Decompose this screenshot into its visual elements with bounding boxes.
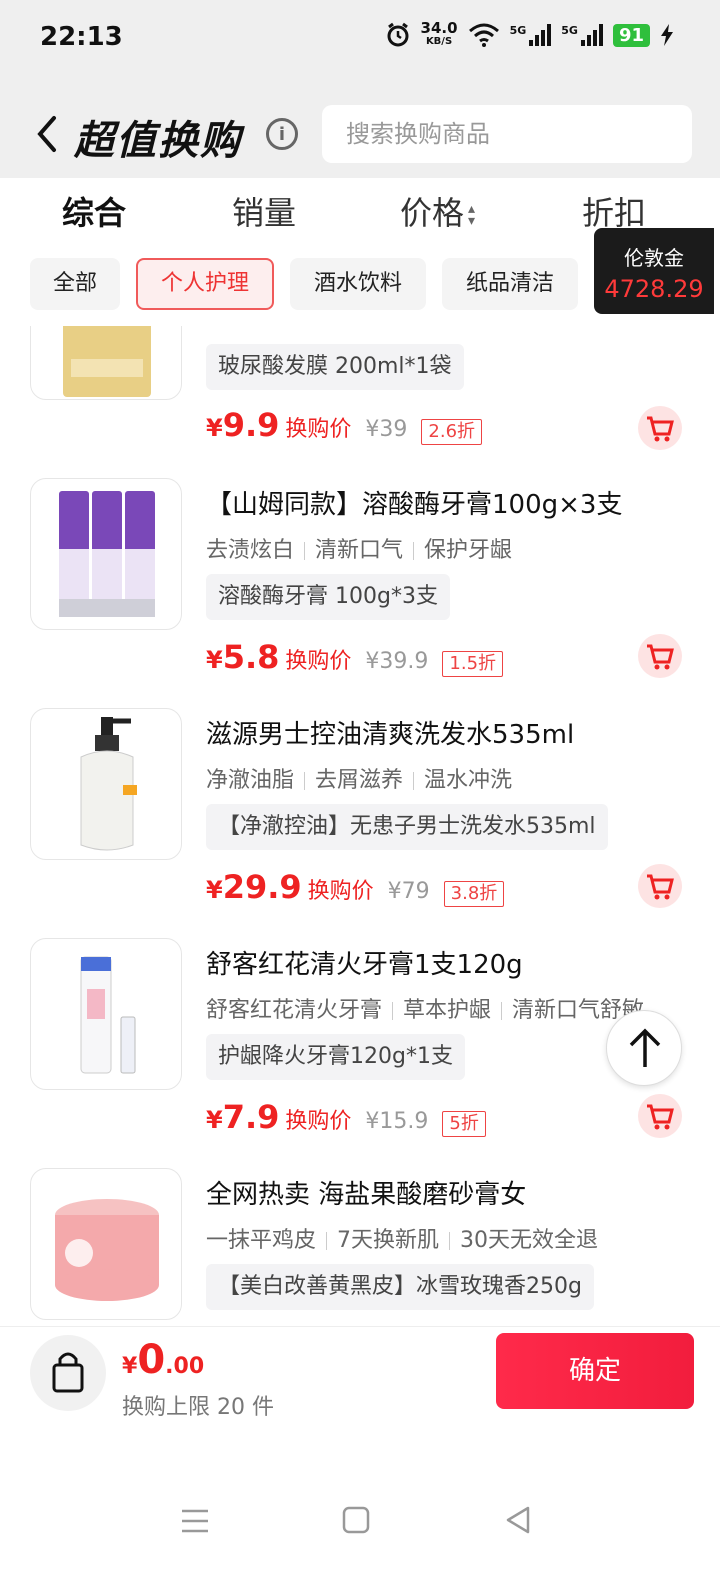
sort-price[interactable]: 价格 ▴ ▾ (400, 188, 475, 234)
product-name: 【山姆同款】溶酸酶牙膏100g×3支 (206, 490, 623, 520)
cart-icon (647, 644, 674, 670)
home-icon[interactable] (340, 1504, 372, 1536)
system-nav-bar (0, 1484, 720, 1564)
chip-drinks[interactable]: 酒水饮料 (290, 258, 426, 310)
shopping-bag-button[interactable] (30, 1335, 106, 1411)
status-bar: 22:13 34.0 KB/S 5G 5G 91 (0, 0, 720, 80)
product-tags: 舒客红花清火牙膏 草本护龈 清新口气舒敏 (206, 998, 645, 1023)
product-image (30, 708, 182, 860)
product-price: ¥5.8 换购价 ¥39.9 1.5折 (206, 638, 504, 677)
product-name: 全网热卖 海盐果酸磨砂膏女 (206, 1180, 527, 1210)
balance-badge[interactable]: 伦敦金 4728.29 (594, 228, 714, 314)
product-image (30, 1168, 182, 1320)
cart-icon (647, 1104, 674, 1130)
product-item[interactable]: 【山姆同款】溶酸酶牙膏100g×3支 去渍炫白 清新口气 保护牙龈 溶酸酶牙膏 10… (0, 478, 720, 708)
balance-amount: 4728.29 (604, 275, 704, 303)
product-tags: 净澈油脂 去屑滋养 温水冲洗 (206, 768, 513, 793)
product-image (30, 478, 182, 630)
status-time: 22:13 (40, 22, 123, 52)
product-spec: 【净澈控油】无患子男士洗发水535ml (206, 804, 608, 850)
purchase-limit: 换购上限 20 件 (122, 1395, 274, 1420)
product-tags: 去渍炫白 清新口气 保护牙龈 (206, 538, 513, 563)
add-to-cart-button[interactable] (638, 1094, 682, 1138)
status-icons: 34.0 KB/S 5G 5G 91 (385, 19, 674, 48)
search-input[interactable]: 搜索换购商品 (322, 105, 692, 163)
balance-label: 伦敦金 (624, 246, 684, 270)
sort-sales[interactable]: 销量 (232, 188, 296, 234)
net-speed: 34.0 KB/S (420, 19, 458, 48)
product-spec: 玻尿酸发膜 200ml*1袋 (206, 344, 464, 390)
chip-all[interactable]: 全部 (30, 258, 120, 310)
top-bar: 22:13 34.0 KB/S 5G 5G 91 超值换购 i 搜索换购商品 (0, 0, 720, 178)
back-icon[interactable] (502, 1504, 534, 1536)
checkout-bar: ¥0.00 换购上限 20 件 确定 (0, 1326, 720, 1434)
cart-icon (647, 416, 674, 442)
arrow-up-icon (629, 1028, 661, 1067)
add-to-cart-button[interactable] (638, 634, 682, 678)
product-item[interactable]: 全网热卖 海盐果酸磨砂膏女 一抹平鸡皮 7天换新肌 30天无效全退 【美白改善黄黑皮… (0, 1168, 720, 1326)
confirm-button[interactable]: 确定 (496, 1333, 694, 1409)
total-price: ¥0.00 (122, 1337, 205, 1383)
product-image (30, 326, 182, 400)
signal-1-icon: 5G (510, 24, 552, 46)
battery-indicator: 91 (612, 23, 650, 47)
back-to-top-button[interactable] (606, 1010, 682, 1086)
product-price: ¥9.9 换购价 ¥39 2.6折 (206, 406, 483, 445)
menu-icon[interactable] (178, 1506, 212, 1536)
product-item[interactable]: 滋源男士控油清爽洗发水535ml 净澈油脂 去屑滋养 温水冲洗 【净澈控油】无患子男… (0, 708, 720, 938)
signal-2-icon: 5G (561, 24, 603, 46)
product-name: 舒客红花清火牙膏1支120g (206, 950, 523, 980)
product-item[interactable]: 玻尿酸发膜 200ml*1袋 ¥9.9 换购价 ¥39 2.6折 (0, 326, 720, 450)
cart-icon (647, 874, 674, 900)
page-title: 超值换购 (74, 118, 242, 164)
product-spec: 溶酸酶牙膏 100g*3支 (206, 574, 450, 620)
product-spec: 【美白改善黄黑皮】冰雪玫瑰香250g (206, 1264, 594, 1310)
charging-icon (661, 24, 673, 46)
wifi-icon (468, 23, 499, 47)
product-image (30, 938, 182, 1090)
chip-personal-care[interactable]: 个人护理 (136, 258, 274, 310)
product-spec: 护龈降火牙膏120g*1支 (206, 1034, 465, 1080)
product-name: 滋源男士控油清爽洗发水535ml (206, 720, 575, 750)
sort-comprehensive[interactable]: 综合 (62, 188, 126, 234)
back-arrow-icon[interactable] (32, 114, 62, 154)
product-tags: 一抹平鸡皮 7天换新肌 30天无效全退 (206, 1228, 599, 1253)
product-list: 玻尿酸发膜 200ml*1袋 ¥9.9 换购价 ¥39 2.6折 【山姆同款】溶酸酶牙… (0, 326, 720, 1326)
product-price: ¥29.9 换购价 ¥79 3.8折 (206, 868, 505, 907)
product-price: ¥7.9 换购价 ¥15.9 5折 (206, 1098, 486, 1137)
sort-caret-icon: ▴ ▾ (468, 201, 476, 229)
alarm-icon (387, 22, 409, 47)
shopping-bag-icon (52, 1352, 84, 1393)
add-to-cart-button[interactable] (638, 406, 682, 450)
add-to-cart-button[interactable] (638, 864, 682, 908)
info-icon[interactable]: i (266, 118, 298, 150)
page-header: 超值换购 i 搜索换购商品 (0, 100, 720, 170)
chip-paper-cleaning[interactable]: 纸品清洁 (442, 258, 578, 310)
